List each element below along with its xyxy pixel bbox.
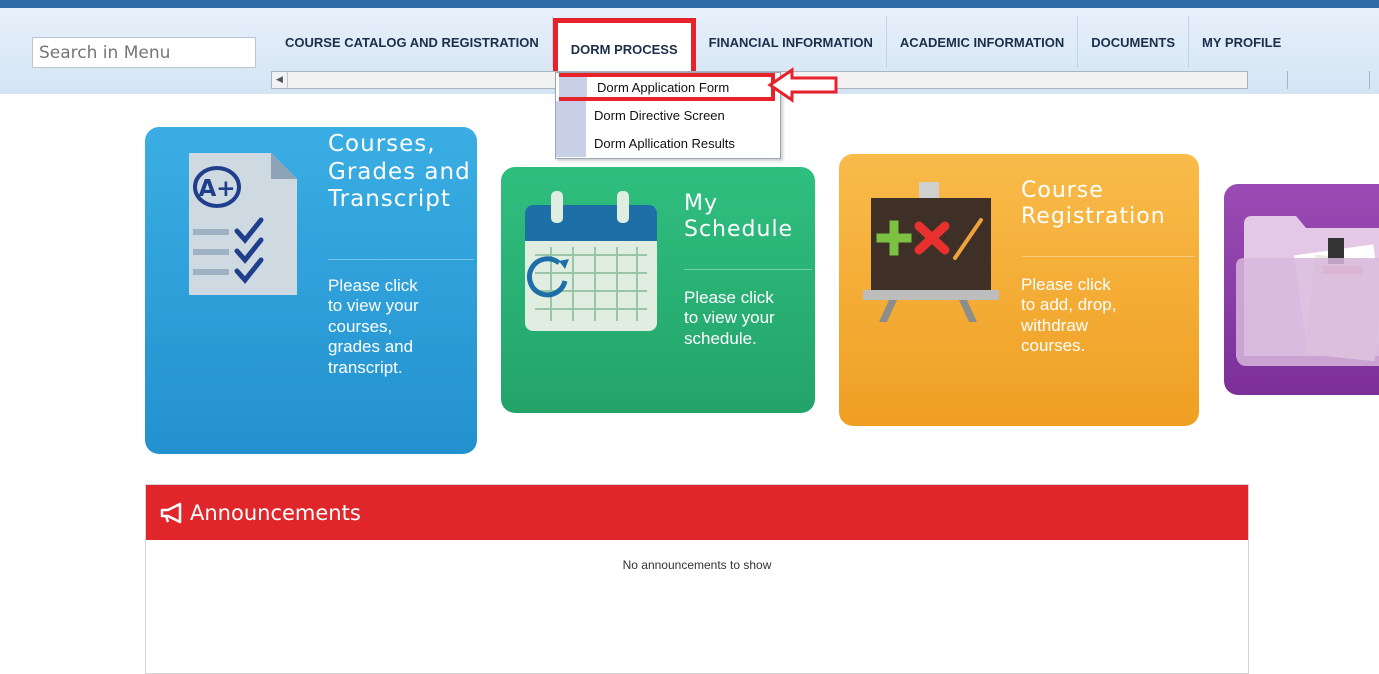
tile-description: Please click to add, drop, withdraw cour… bbox=[1021, 275, 1117, 356]
tile-title: Courses, Grades and Transcript bbox=[328, 131, 471, 213]
dorm-process-dropdown: Dorm Application Form Dorm Directive Scr… bbox=[555, 72, 781, 159]
nav-item-documents[interactable]: DOCUMENTS bbox=[1078, 16, 1190, 68]
menu-item-dorm-application-form[interactable]: Dorm Application Form bbox=[559, 73, 775, 101]
announcements-panel: Announcements No announcements to show bbox=[145, 484, 1249, 674]
scroll-left-icon[interactable]: ◀ bbox=[272, 72, 288, 88]
tile-separator bbox=[1021, 256, 1195, 257]
menu-item-dorm-application-results[interactable]: Dorm Apllication Results bbox=[556, 129, 780, 157]
nav-item-financial-information[interactable]: FINANCIAL INFORMATION bbox=[696, 16, 887, 68]
menu-item-label: Dorm Directive Screen bbox=[594, 107, 725, 123]
announcements-header: Announcements bbox=[146, 485, 1248, 540]
menu-item-dorm-directive-screen[interactable]: Dorm Directive Screen bbox=[556, 101, 780, 129]
announcements-empty-message: No announcements to show bbox=[622, 558, 772, 572]
tile-separator bbox=[328, 259, 474, 260]
tile-courses-grades-transcript[interactable]: A+ Courses, Grades and Transcript Please… bbox=[145, 127, 477, 454]
menu-item-label: Dorm Application Form bbox=[597, 79, 730, 95]
tile-description: Please click to view your courses, grade… bbox=[328, 276, 419, 377]
report-card-icon: A+ bbox=[189, 153, 297, 295]
menu-item-label: Dorm Apllication Results bbox=[594, 135, 735, 151]
megaphone-icon bbox=[160, 502, 182, 523]
tile-separator bbox=[684, 269, 812, 270]
search-input[interactable] bbox=[32, 37, 256, 68]
scroll-divider bbox=[1287, 71, 1288, 89]
pointer-arrow-icon bbox=[767, 67, 838, 103]
main-nav: COURSE CATALOG AND REGISTRATION DORM PRO… bbox=[272, 16, 1294, 80]
nav-item-course-catalog[interactable]: COURSE CATALOG AND REGISTRATION bbox=[272, 16, 553, 68]
tile-title: Course Registration bbox=[1021, 178, 1166, 230]
tile-my-schedule[interactable]: My Schedule Please click to view your sc… bbox=[501, 167, 815, 413]
tile-description: Please click to view your schedule. bbox=[684, 288, 775, 348]
calendar-icon bbox=[525, 191, 657, 331]
tile-documents[interactable] bbox=[1224, 184, 1379, 395]
nav-item-academic-information[interactable]: ACADEMIC INFORMATION bbox=[887, 16, 1079, 68]
svg-text:A+: A+ bbox=[198, 176, 235, 202]
announcements-title: Announcements bbox=[190, 500, 361, 525]
top-strip bbox=[0, 0, 1379, 8]
tile-course-registration[interactable]: Course Registration Please click to add,… bbox=[839, 154, 1199, 426]
scroll-divider-right bbox=[1369, 71, 1370, 89]
tile-title: My Schedule bbox=[684, 191, 794, 243]
chalkboard-icon bbox=[863, 182, 999, 322]
nav-item-my-profile[interactable]: MY PROFILE bbox=[1189, 16, 1294, 68]
folder-icon bbox=[1236, 216, 1379, 366]
